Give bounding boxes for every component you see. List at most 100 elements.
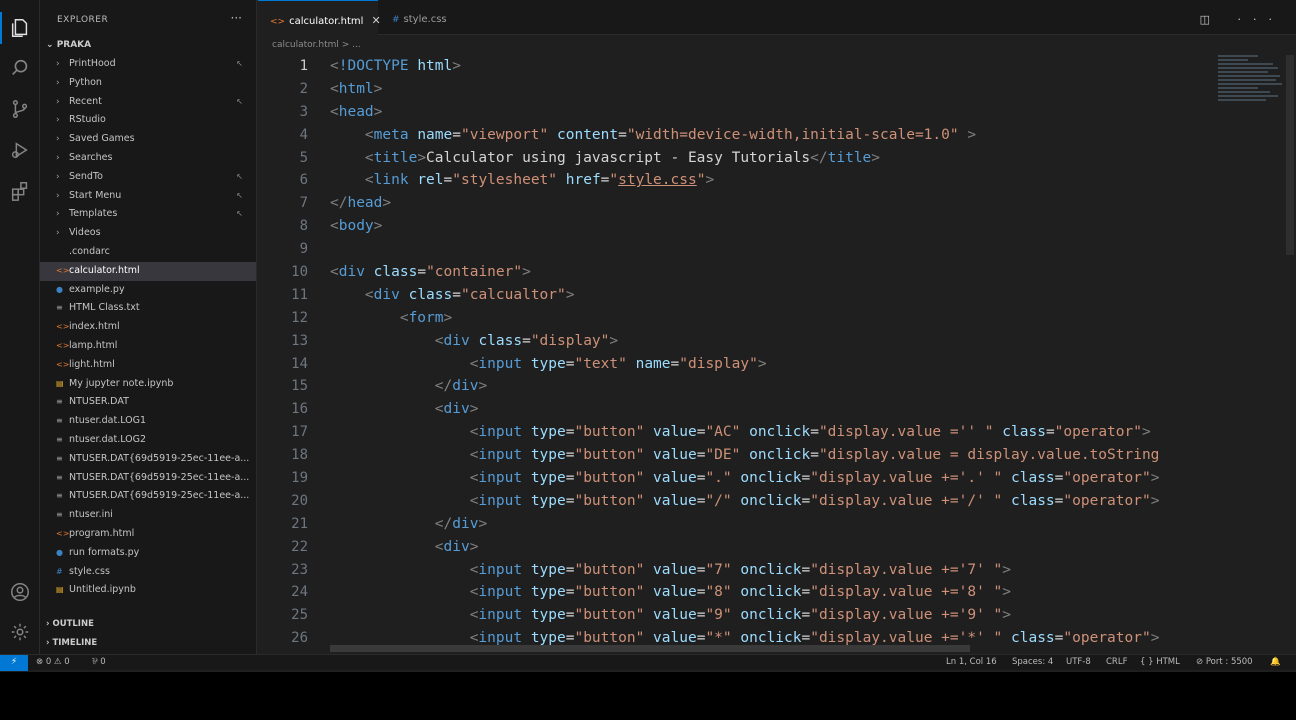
code-line[interactable]: 14 <input type="text" name="display"> xyxy=(258,353,1214,376)
split-editor-icon[interactable]: ◫ ··· xyxy=(1200,13,1284,26)
tree-file[interactable]: ≡ ntuser.ini xyxy=(40,506,256,525)
code-line[interactable]: 25 <input type="button" value="9" onclic… xyxy=(258,604,1214,627)
code-line[interactable]: 9 xyxy=(258,238,1214,261)
settings-gear-icon[interactable] xyxy=(8,620,32,644)
tree-folder[interactable]: › Recent ↖ xyxy=(40,93,256,112)
code-token: > xyxy=(1150,630,1160,647)
tree-file[interactable]: ≡ HTML Class.txt xyxy=(40,299,256,318)
tree-file[interactable]: ▤ Untitled.ipynb xyxy=(40,581,256,600)
code-line[interactable]: 2 <html> xyxy=(258,78,1214,101)
tree-file[interactable]: ≡ ntuser.dat.LOG2 xyxy=(40,431,256,450)
code-token: = xyxy=(810,424,819,441)
workspace-root-folder[interactable]: ⌄ PRAKA xyxy=(46,40,91,50)
code-line[interactable]: 7 </head> xyxy=(258,192,1214,215)
tree-file[interactable]: .condarc xyxy=(40,243,256,262)
code-line[interactable]: 11 <div class="calcualtor"> xyxy=(258,284,1214,307)
language-mode[interactable]: { } HTML xyxy=(1140,655,1180,670)
code-line[interactable]: 18 <input type="button" value="DE" oncli… xyxy=(258,444,1214,467)
code-line[interactable]: 12 <form> xyxy=(258,307,1214,330)
minimap[interactable] xyxy=(1218,55,1286,135)
ports-status[interactable]: ⅌ 0 xyxy=(92,655,106,670)
code-line[interactable]: 19 <input type="button" value="." onclic… xyxy=(258,467,1214,490)
account-icon[interactable] xyxy=(8,580,32,604)
tree-file[interactable]: ≡ NTUSER.DAT{69d5919-25ec-11ee-a... xyxy=(40,487,256,506)
tree-folder[interactable]: › Python xyxy=(40,74,256,93)
tree-folder[interactable]: › RStudio xyxy=(40,111,256,130)
code-line[interactable]: 23 <input type="button" value="7" onclic… xyxy=(258,559,1214,582)
run-debug-icon[interactable] xyxy=(8,138,32,162)
code-line[interactable]: 20 <input type="button" value="/" onclic… xyxy=(258,490,1214,513)
code-line[interactable]: 16 <div> xyxy=(258,398,1214,421)
code-token: type xyxy=(530,470,566,487)
tree-folder[interactable]: › Templates ↖ xyxy=(40,205,256,224)
tree-file[interactable]: ≡ NTUSER.DAT{69d5919-25ec-11ee-a... xyxy=(40,450,256,469)
code-line[interactable]: 22 <div> xyxy=(258,536,1214,559)
extensions-icon[interactable] xyxy=(8,179,32,203)
horizontal-scrollbar[interactable] xyxy=(330,645,970,652)
indentation-status[interactable]: Spaces: 4 xyxy=(1012,655,1053,670)
code-line[interactable]: 13 <div class="display"> xyxy=(258,330,1214,353)
code-token: > xyxy=(967,126,977,143)
remote-icon[interactable]: ⚡ xyxy=(0,655,28,671)
tree-file[interactable]: ● example.py xyxy=(40,281,256,300)
code-token: div xyxy=(452,515,479,532)
code-line[interactable]: 15 </div> xyxy=(258,375,1214,398)
code-line[interactable]: 3 <head> xyxy=(258,101,1214,124)
tree-file[interactable]: <> program.html xyxy=(40,525,256,544)
tree-folder[interactable]: › PrintHood ↖ xyxy=(40,55,256,74)
code-line[interactable]: 24 <input type="button" value="8" onclic… xyxy=(258,581,1214,604)
tree-item-label: program.html xyxy=(69,527,135,539)
tree-file[interactable]: <> index.html xyxy=(40,318,256,337)
encoding-status[interactable]: UTF-8 xyxy=(1066,655,1091,670)
code-line[interactable]: 10 <div class="container"> xyxy=(258,261,1214,284)
code-text: <!DOCTYPE html> xyxy=(330,55,461,78)
code-token: = xyxy=(801,584,811,601)
breadcrumb[interactable]: calculator.html > ... xyxy=(272,40,361,50)
code-line[interactable]: 4 <meta name="viewport" content="width=d… xyxy=(258,124,1214,147)
code-token: </ xyxy=(330,195,348,212)
outline-section[interactable]: › OUTLINE xyxy=(46,619,94,629)
tree-file[interactable]: ≡ NTUSER.DAT xyxy=(40,393,256,412)
eol-status[interactable]: CRLF xyxy=(1106,655,1127,670)
tab-style-css[interactable]: # style.css xyxy=(380,0,470,35)
explorer-icon[interactable] xyxy=(0,12,32,44)
code-token: input xyxy=(478,470,523,487)
tree-file[interactable]: ● run formats.py xyxy=(40,544,256,563)
vertical-scrollbar[interactable] xyxy=(1286,55,1294,255)
live-server-port[interactable]: ⊘ Port : 5500 xyxy=(1196,655,1253,670)
tab-calculator-html[interactable]: <> calculator.html ✕ xyxy=(258,0,381,35)
tree-folder[interactable]: › SendTo ↖ xyxy=(40,168,256,187)
tree-folder[interactable]: › Videos xyxy=(40,224,256,243)
code-editor[interactable]: 1 <!DOCTYPE html> 2 <html> 3 <head> 4 <meta na… xyxy=(258,55,1214,647)
code-line[interactable]: 8 <body> xyxy=(258,215,1214,238)
file-type-icon: <> xyxy=(56,340,70,350)
problems-status[interactable]: ⊗ 0 ⚠ 0 xyxy=(36,655,70,670)
code-token: < xyxy=(364,126,374,143)
tree-file[interactable]: ≡ NTUSER.DAT{69d5919-25ec-11ee-a... xyxy=(40,469,256,488)
code-line[interactable]: 17 <input type="button" value="AC" oncli… xyxy=(258,421,1214,444)
line-number: 1 xyxy=(299,58,308,74)
source-control-icon[interactable] xyxy=(8,97,32,121)
code-line[interactable]: 1 <!DOCTYPE html> xyxy=(258,55,1214,78)
tree-folder[interactable]: › Searches xyxy=(40,149,256,168)
tree-file[interactable]: <> lamp.html xyxy=(40,337,256,356)
tree-file[interactable]: # style.css xyxy=(40,563,256,582)
code-line[interactable]: 6 <link rel="stylesheet" href="style.css… xyxy=(258,169,1214,192)
file-type-icon: # xyxy=(56,566,63,576)
code-line[interactable]: 21 </div> xyxy=(258,513,1214,536)
code-line[interactable]: 5 <title>Calculator using javascript - E… xyxy=(258,147,1214,170)
tree-file[interactable]: ▤ My jupyter note.ipynb xyxy=(40,375,256,394)
cursor-position[interactable]: Ln 1, Col 16 xyxy=(946,655,997,670)
notifications-bell-icon[interactable]: 🔔 xyxy=(1270,655,1281,670)
search-icon[interactable] xyxy=(8,56,32,80)
line-number: 19 xyxy=(291,470,308,487)
tree-folder[interactable]: › Start Menu ↖ xyxy=(40,187,256,206)
tree-file[interactable]: <> calculator.html xyxy=(40,261,256,281)
tree-file[interactable]: ≡ ntuser.dat.LOG1 xyxy=(40,412,256,431)
tree-folder[interactable]: › Saved Games xyxy=(40,130,256,149)
tree-file[interactable]: <> light.html xyxy=(40,356,256,375)
timeline-section[interactable]: › TIMELINE xyxy=(46,638,97,648)
explorer-more-icon[interactable]: ··· xyxy=(231,11,242,25)
